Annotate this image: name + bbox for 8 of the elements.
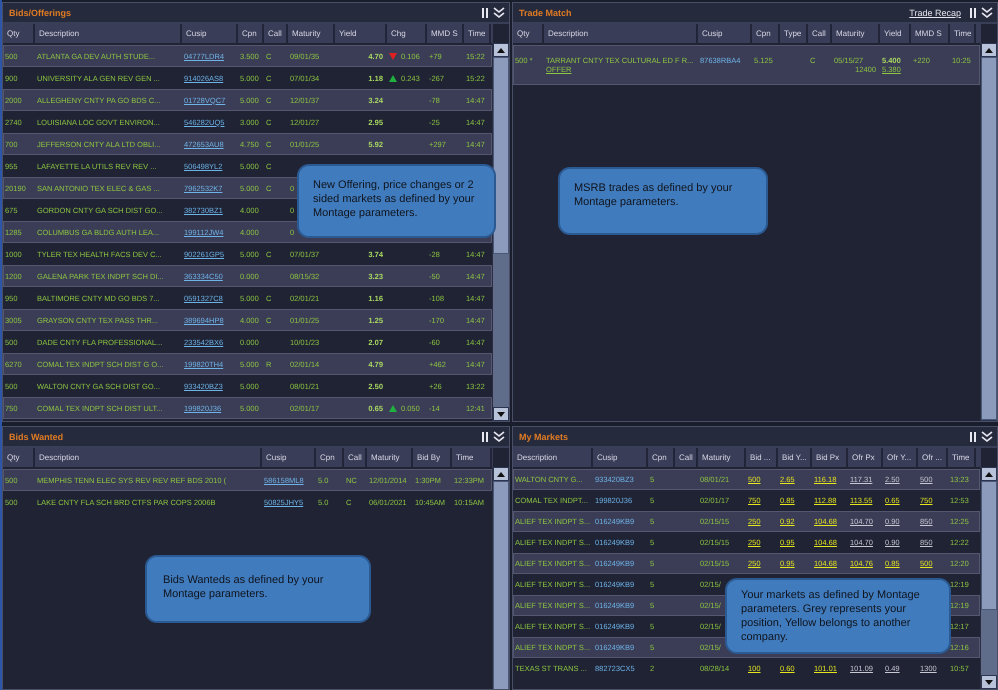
panel-title: Bids/Offerings [9, 8, 72, 18]
panel-title: My Markets [519, 432, 568, 442]
callout-tooltip: Your markets as defined by Montage parameters. Grey represents your position, Yellow belongs to another company. [725, 578, 951, 654]
panel-title: Trade Match [519, 8, 572, 18]
callout-tooltip: New Offering, price changes or 2 sided markets as defined by your Montage parameters. [297, 164, 496, 238]
callout-tooltip: MSRB trades as defined by your Montage parameters. [558, 167, 768, 235]
callout-tooltip: Bids Wanteds as defined by your Montage parameters. [145, 555, 371, 623]
panel-title: Bids Wanted [9, 432, 64, 442]
